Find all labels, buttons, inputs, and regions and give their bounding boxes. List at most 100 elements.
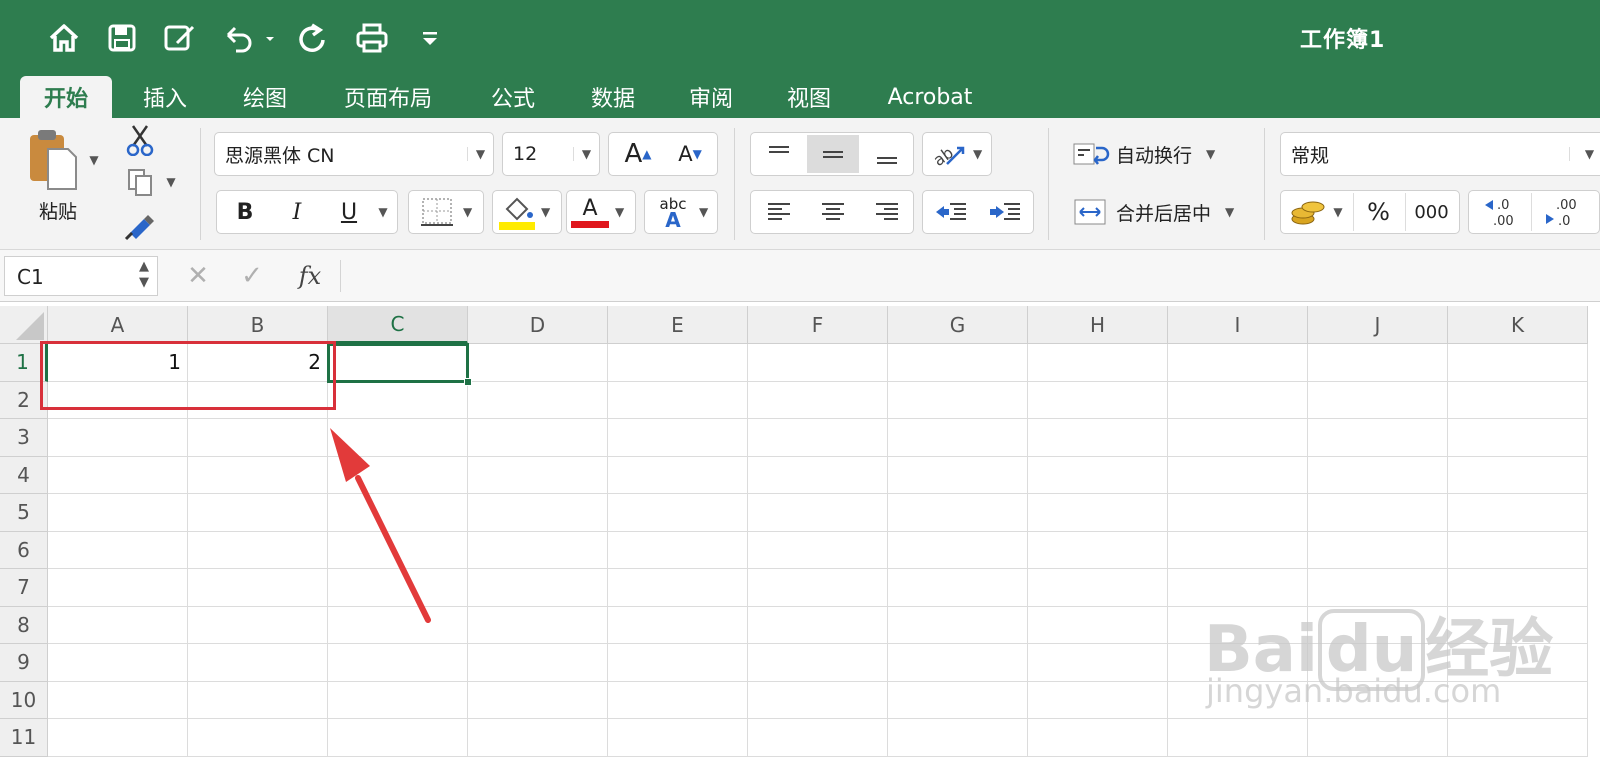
cell-h6[interactable]: [1028, 531, 1168, 569]
tab-view[interactable]: 视图: [766, 76, 852, 118]
cell-b5[interactable]: [188, 494, 328, 532]
name-box-stepper-icon[interactable]: ▲ ▼: [139, 259, 149, 291]
cell-b3[interactable]: [188, 419, 328, 457]
print-icon[interactable]: [352, 14, 392, 62]
paste-button[interactable]: [22, 126, 82, 192]
row-header-7[interactable]: 7: [0, 569, 48, 607]
cell-d7[interactable]: [468, 569, 608, 607]
decrease-indent-icon[interactable]: [925, 193, 977, 231]
cell-j3[interactable]: [1308, 419, 1448, 457]
chevron-down-icon[interactable]: ▼: [1206, 147, 1215, 161]
cell-f4[interactable]: [748, 456, 888, 494]
save-as-icon[interactable]: [160, 14, 200, 62]
cell-f1[interactable]: [748, 344, 888, 382]
accounting-format-button[interactable]: ▼: [1283, 193, 1349, 231]
cell-c10[interactable]: [328, 681, 468, 719]
cell-k11[interactable]: [1448, 719, 1588, 757]
cell-d3[interactable]: [468, 419, 608, 457]
save-icon[interactable]: [102, 14, 142, 62]
chevron-down-icon[interactable]: ▼: [463, 205, 472, 219]
cell-a8[interactable]: [48, 606, 188, 644]
cell-d9[interactable]: [468, 644, 608, 682]
tab-review[interactable]: 审阅: [668, 76, 754, 118]
cell-b4[interactable]: [188, 456, 328, 494]
cell-a9[interactable]: [48, 644, 188, 682]
copy-icon[interactable]: [120, 164, 160, 200]
align-center-icon[interactable]: [807, 193, 859, 231]
cell-k3[interactable]: [1448, 419, 1588, 457]
cell-f5[interactable]: [748, 494, 888, 532]
row-header-8[interactable]: 8: [0, 606, 48, 644]
align-top-icon[interactable]: [753, 135, 805, 173]
cell-h1[interactable]: [1028, 344, 1168, 382]
cell-d6[interactable]: [468, 531, 608, 569]
cell-c9[interactable]: [328, 644, 468, 682]
cell-g6[interactable]: [888, 531, 1028, 569]
cell-i2[interactable]: [1168, 381, 1308, 419]
tab-home[interactable]: 开始: [20, 76, 112, 118]
cell-f7[interactable]: [748, 569, 888, 607]
tab-formulas[interactable]: 公式: [470, 76, 556, 118]
chevron-down-icon[interactable]: ▼: [1569, 147, 1600, 161]
cell-c11[interactable]: [328, 719, 468, 757]
shrink-font-button[interactable]: A ▼: [665, 135, 715, 173]
cell-g2[interactable]: [888, 381, 1028, 419]
cell-d2[interactable]: [468, 381, 608, 419]
home-icon[interactable]: [44, 14, 84, 62]
cell-k6[interactable]: [1448, 531, 1588, 569]
chevron-down-icon[interactable]: ▼: [973, 147, 982, 161]
cell-b6[interactable]: [188, 531, 328, 569]
tab-draw[interactable]: 绘图: [220, 76, 310, 118]
column-header-f[interactable]: F: [748, 306, 888, 344]
cell-h5[interactable]: [1028, 494, 1168, 532]
name-box[interactable]: C1 ▲ ▼: [4, 256, 158, 296]
font-color-button[interactable]: A ▼: [566, 190, 636, 234]
cell-h10[interactable]: [1028, 681, 1168, 719]
cell-i6[interactable]: [1168, 531, 1308, 569]
row-header-9[interactable]: 9: [0, 644, 48, 682]
cell-b11[interactable]: [188, 719, 328, 757]
row-header-5[interactable]: 5: [0, 494, 48, 532]
align-left-icon[interactable]: [753, 193, 805, 231]
cell-h8[interactable]: [1028, 606, 1168, 644]
row-header-3[interactable]: 3: [0, 419, 48, 457]
cell-f9[interactable]: [748, 644, 888, 682]
cell-e4[interactable]: [608, 456, 748, 494]
column-header-e[interactable]: E: [608, 306, 748, 344]
cell-d1[interactable]: [468, 344, 608, 382]
chevron-down-icon[interactable]: ▼: [1225, 205, 1234, 219]
cell-h2[interactable]: [1028, 381, 1168, 419]
cell-g8[interactable]: [888, 606, 1028, 644]
cell-c2[interactable]: [328, 381, 468, 419]
cell-e6[interactable]: [608, 531, 748, 569]
cell-d4[interactable]: [468, 456, 608, 494]
cell-f6[interactable]: [748, 531, 888, 569]
column-header-b[interactable]: B: [188, 306, 328, 344]
redo-icon[interactable]: [292, 14, 332, 62]
cell-a10[interactable]: [48, 681, 188, 719]
formula-input[interactable]: [350, 256, 1590, 296]
chevron-down-icon[interactable]: ▼: [699, 205, 708, 219]
cell-a7[interactable]: [48, 569, 188, 607]
cell-a6[interactable]: [48, 531, 188, 569]
fill-handle[interactable]: [464, 377, 472, 386]
undo-icon[interactable]: [218, 14, 278, 62]
tab-acrobat[interactable]: Acrobat: [872, 76, 988, 118]
cell-a4[interactable]: [48, 456, 188, 494]
cell-j11[interactable]: [1308, 719, 1448, 757]
align-middle-icon[interactable]: [807, 135, 859, 173]
borders-button[interactable]: ▼: [408, 190, 484, 234]
row-header-11[interactable]: 11: [0, 719, 48, 757]
cut-icon[interactable]: [120, 122, 160, 158]
grow-font-button[interactable]: A ▲: [613, 135, 663, 173]
cell-f2[interactable]: [748, 381, 888, 419]
cell-b7[interactable]: [188, 569, 328, 607]
cell-f10[interactable]: [748, 681, 888, 719]
chevron-down-icon[interactable]: ▼: [615, 205, 624, 219]
tab-data[interactable]: 数据: [570, 76, 656, 118]
cell-d8[interactable]: [468, 606, 608, 644]
cell-e9[interactable]: [608, 644, 748, 682]
cell-h9[interactable]: [1028, 644, 1168, 682]
select-all-corner[interactable]: [0, 306, 48, 344]
cell-e8[interactable]: [608, 606, 748, 644]
